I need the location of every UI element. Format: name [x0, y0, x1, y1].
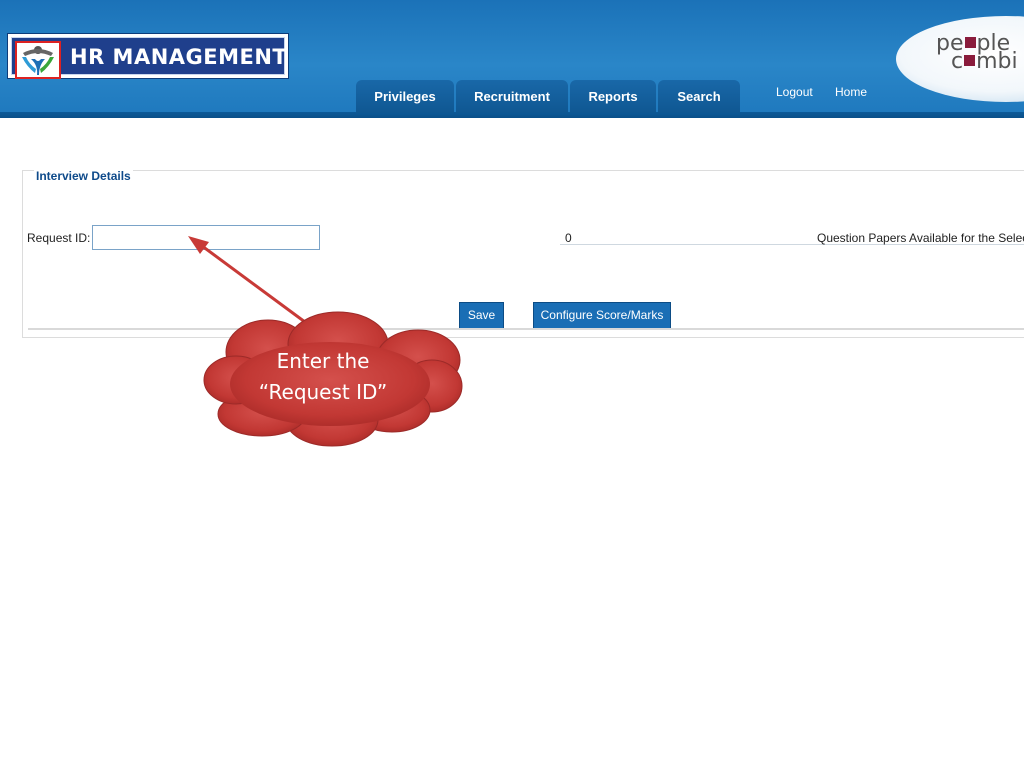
logo-banner: HR MANAGEMENT [11, 37, 288, 79]
app-title: HR MANAGEMENT [70, 45, 288, 69]
brand-dot-icon [964, 54, 976, 66]
tab-search[interactable]: Search [658, 80, 740, 113]
brand-text-d: mbi [976, 49, 1018, 74]
configure-score-button[interactable]: Configure Score/Marks [533, 302, 671, 329]
question-papers-label: Question Papers Available for the Selec [817, 231, 1024, 245]
app-header: HR MANAGEMENT pe ple c mbi Privileges Recr… [0, 0, 1024, 118]
tab-reports[interactable]: Reports [570, 80, 656, 113]
question-paper-count: 0 [565, 231, 572, 245]
people-logo-icon [15, 41, 61, 79]
brand-text-c: c [951, 49, 964, 74]
brand-dot-icon [964, 36, 976, 48]
callout-line-2: “Request ID” [258, 380, 388, 404]
request-id-input[interactable] [92, 225, 320, 250]
panel-title: Interview Details [34, 169, 133, 183]
callout-line-1: Enter the [276, 349, 370, 373]
tab-privileges[interactable]: Privileges [356, 80, 454, 113]
home-link[interactable]: Home [835, 85, 867, 99]
panel-divider [28, 328, 1024, 330]
tab-recruitment[interactable]: Recruitment [456, 80, 568, 113]
interview-details-panel [22, 170, 1024, 338]
app-logo: HR MANAGEMENT [7, 33, 289, 79]
request-id-label: Request ID: [27, 231, 91, 245]
brand-line-2: c mbi [951, 49, 1018, 74]
callout-text: Enter the “Request ID” [233, 346, 413, 408]
logout-link[interactable]: Logout [776, 85, 813, 99]
people-logo-icon-graphic [22, 46, 54, 75]
save-button[interactable]: Save [459, 302, 504, 329]
